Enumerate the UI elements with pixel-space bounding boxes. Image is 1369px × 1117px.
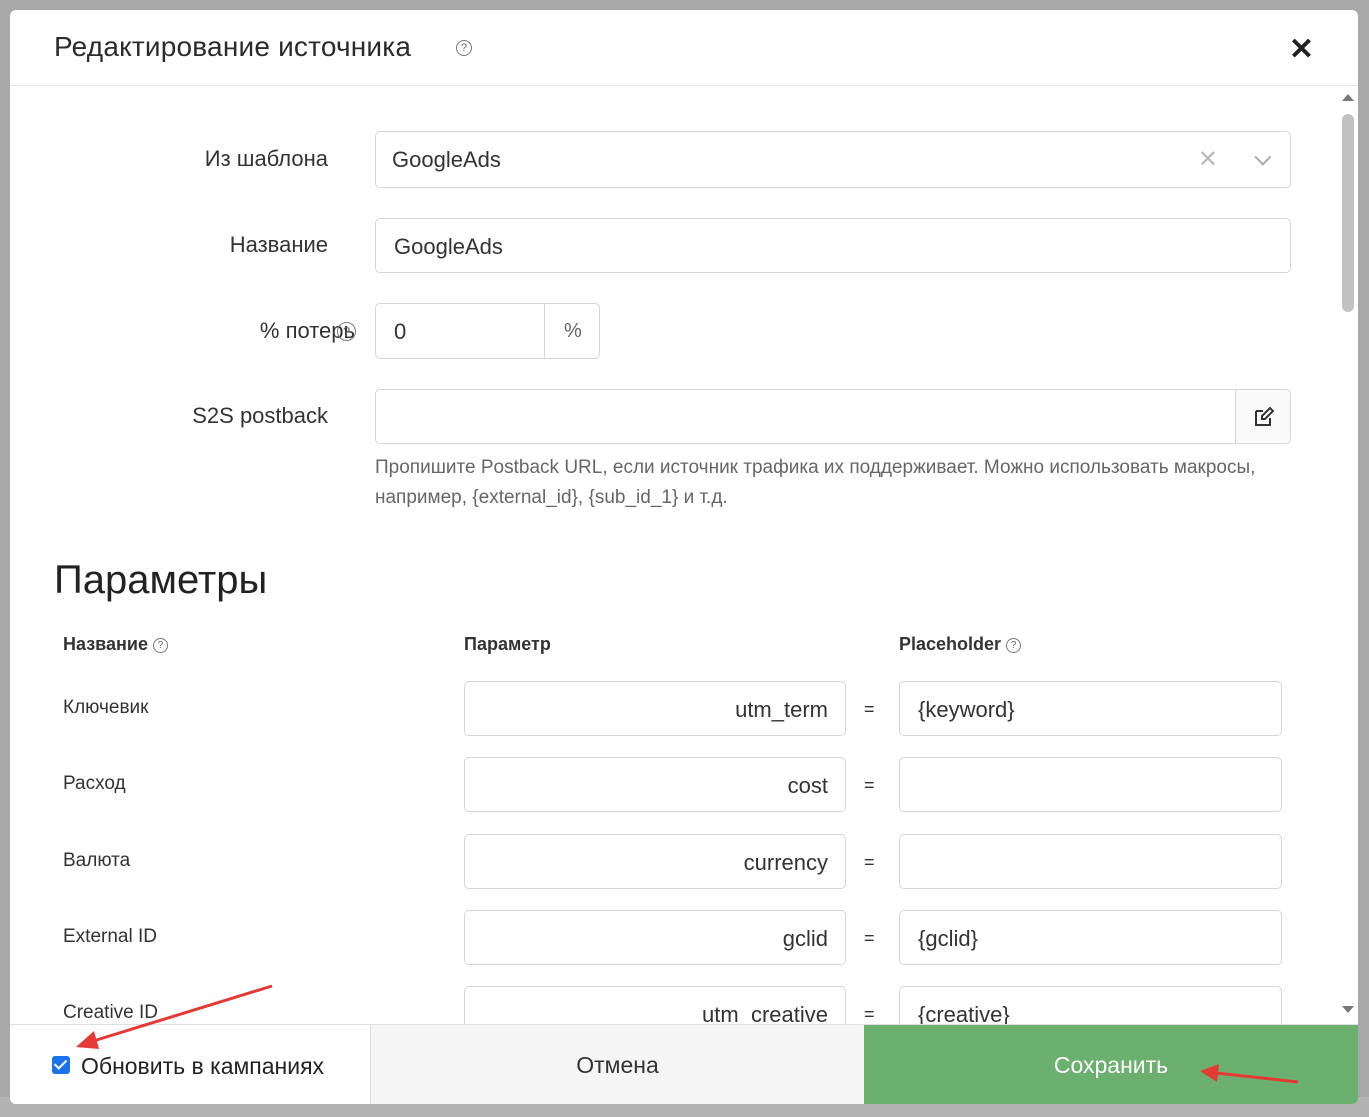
- placeholder-input[interactable]: [899, 834, 1282, 889]
- loss-value: 0: [394, 319, 407, 344]
- placeholder-input[interactable]: {keyword}: [899, 681, 1282, 736]
- update-in-campaigns-option[interactable]: Обновить в кампаниях: [10, 1025, 370, 1104]
- equals-sign: =: [864, 775, 875, 795]
- scrollbar-thumb[interactable]: [1342, 114, 1354, 312]
- param-input[interactable]: gclid: [464, 910, 846, 965]
- scroll-down-icon[interactable]: [1342, 1006, 1354, 1013]
- clear-icon[interactable]: ✕: [1198, 145, 1218, 174]
- scroll-up-icon[interactable]: [1342, 94, 1354, 101]
- param-input[interactable]: utm_term: [464, 681, 846, 736]
- param-row-label: External ID: [63, 926, 157, 947]
- placeholder-input[interactable]: {gclid}: [899, 910, 1282, 965]
- s2s-hint: Пропишите Postback URL, если источник тр…: [375, 457, 1256, 508]
- param-row-label: Creative ID: [63, 1002, 159, 1023]
- col-header-name: Название ?: [63, 634, 168, 655]
- equals-sign: =: [864, 699, 875, 719]
- chevron-down-icon[interactable]: [1254, 148, 1272, 166]
- param-input[interactable]: currency: [464, 834, 846, 889]
- percent-addon: %: [564, 320, 582, 342]
- equals-sign: =: [864, 928, 875, 948]
- template-value: GoogleAds: [392, 147, 501, 172]
- template-label: Из шаблона: [204, 146, 328, 171]
- edit-icon: [1255, 406, 1275, 426]
- help-icon[interactable]: ?: [456, 40, 472, 56]
- col-header-placeholder: Placeholder ?: [899, 634, 1022, 655]
- edit-source-modal: Редактирование источника ? ✕ Из шаблона …: [10, 10, 1358, 1104]
- cancel-button[interactable]: Отмена: [370, 1025, 864, 1104]
- param-row-label: Расход: [63, 773, 126, 794]
- modal-title: Редактирование источника: [54, 31, 412, 62]
- help-icon[interactable]: ?: [337, 322, 356, 341]
- modal-header: Редактирование источника ? ✕: [10, 10, 1358, 86]
- loss-input[interactable]: 0 %: [375, 303, 600, 359]
- modal-footer: Обновить в кампаниях Отмена Сохранить: [10, 1024, 1358, 1104]
- help-icon[interactable]: ?: [1006, 637, 1022, 653]
- template-select[interactable]: GoogleAds ✕: [375, 131, 1291, 188]
- param-row-label: Ключевик: [63, 697, 149, 718]
- help-icon[interactable]: ?: [152, 637, 168, 653]
- close-icon[interactable]: ✕: [1289, 32, 1314, 67]
- name-value: GoogleAds: [394, 234, 503, 259]
- s2s-label: S2S postback: [192, 403, 328, 428]
- update-checkbox-label[interactable]: Обновить в кампаниях: [81, 1053, 324, 1080]
- params-section-title: Параметры: [54, 558, 268, 602]
- edit-button[interactable]: [1235, 390, 1290, 443]
- param-row-label: Валюта: [63, 850, 131, 871]
- col-header-param: Параметр: [464, 634, 551, 654]
- placeholder-input[interactable]: [899, 757, 1282, 812]
- s2s-postback-input[interactable]: [375, 389, 1291, 444]
- divider: [544, 304, 545, 358]
- name-label: Название: [229, 232, 328, 257]
- name-input[interactable]: GoogleAds: [375, 218, 1291, 273]
- save-button[interactable]: Сохранить: [864, 1025, 1358, 1104]
- param-input[interactable]: cost: [464, 757, 846, 812]
- update-checkbox[interactable]: [52, 1056, 70, 1074]
- equals-sign: =: [864, 1004, 875, 1024]
- equals-sign: =: [864, 852, 875, 872]
